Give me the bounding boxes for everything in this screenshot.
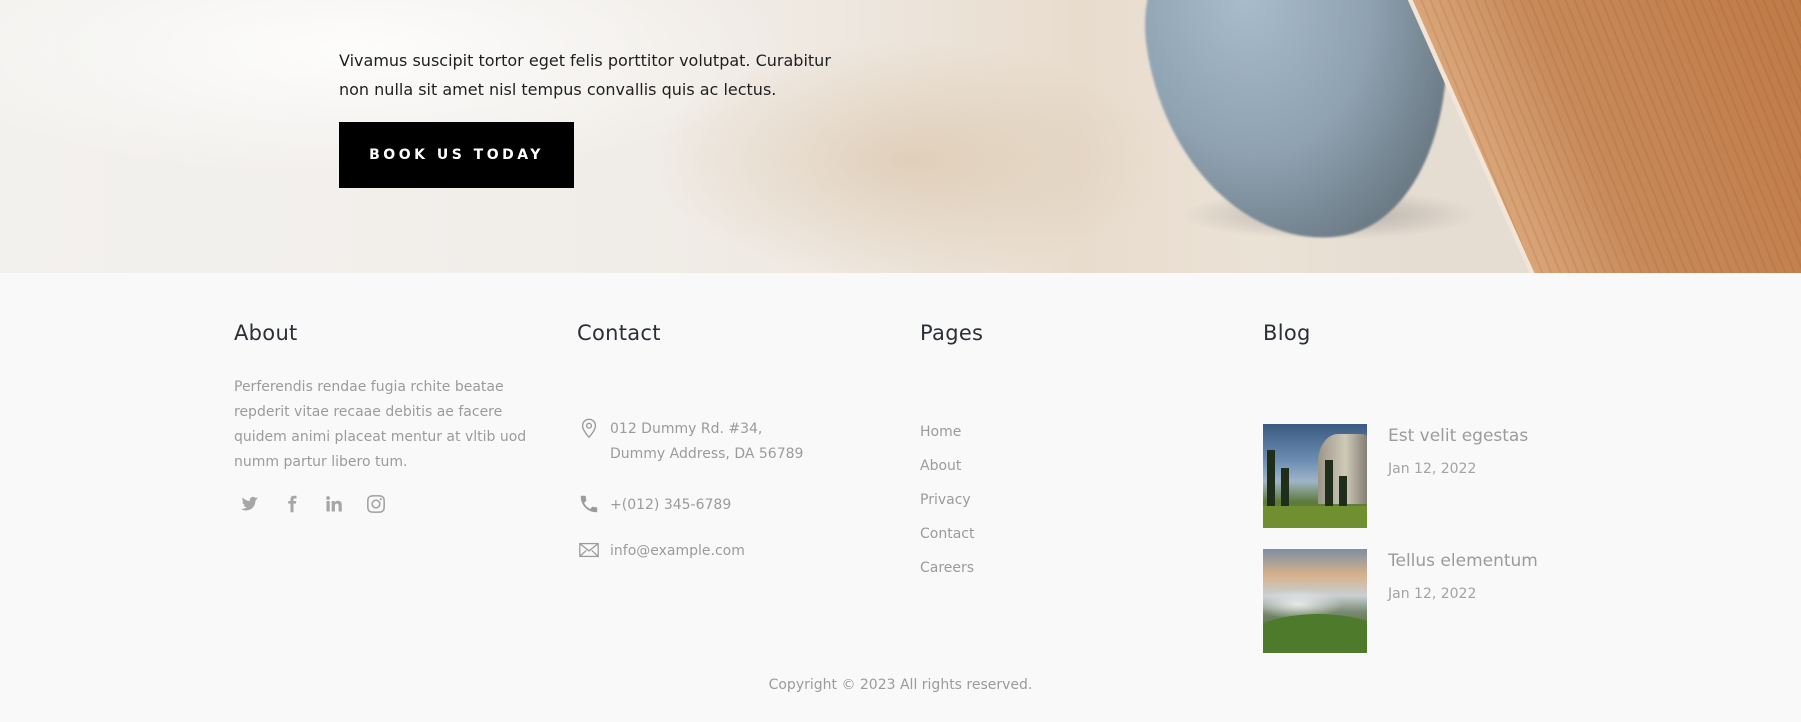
address-line-2: Dummy Address, DA 56789: [610, 446, 804, 462]
blog-post-date: Jan 12, 2022: [1388, 461, 1477, 477]
pages-link-privacy[interactable]: Privacy: [920, 492, 971, 508]
phone-link[interactable]: +(012) 345-6789: [610, 493, 731, 518]
pages-link-about[interactable]: About: [920, 458, 961, 474]
copyright-text: Copyright © 2023 All rights reserved.: [768, 677, 1033, 693]
linkedin-icon[interactable]: [324, 494, 344, 514]
contact-phone: +(012) 345-6789: [577, 493, 731, 518]
about-heading: About: [234, 321, 298, 345]
social-links: [234, 494, 534, 514]
footer-contact-column: Contact 012 Dummy Rd. #34, Dummy Address…: [577, 321, 877, 559]
facebook-icon[interactable]: [282, 494, 302, 514]
blog-post-thumbnail[interactable]: [1263, 549, 1367, 653]
phone-icon: [577, 493, 601, 517]
footer-blog-column: Blog Est velit egestas Jan 12, 2022 Tell…: [1263, 321, 1583, 653]
hero-text: Vivamus suscipit tortor eget felis portt…: [339, 51, 831, 99]
instagram-icon[interactable]: [366, 494, 386, 514]
blog-post-thumbnail[interactable]: [1263, 424, 1367, 528]
site-footer: About Perferendis rendae fugia rchite be…: [0, 273, 1801, 722]
map-pin-icon: [577, 417, 601, 441]
footer-about-column: About Perferendis rendae fugia rchite be…: [234, 321, 534, 514]
twitter-icon[interactable]: [240, 494, 260, 514]
about-text: Perferendis rendae fugia rchite beatae r…: [234, 379, 527, 470]
footer-pages-column: Pages Home About Privacy Contact Careers: [920, 321, 1170, 576]
blog-post: Est velit egestas Jan 12, 2022: [1263, 424, 1528, 528]
contact-heading: Contact: [577, 321, 661, 345]
hero-section: Vivamus suscipit tortor eget felis portt…: [0, 0, 1801, 273]
blog-post-title[interactable]: Tellus elementum: [1388, 551, 1538, 571]
pages-link-home[interactable]: Home: [920, 424, 961, 440]
blog-post: Tellus elementum Jan 12, 2022: [1263, 549, 1538, 653]
blog-post-title[interactable]: Est velit egestas: [1388, 426, 1528, 446]
address-line-1: 012 Dummy Rd. #34,: [610, 421, 763, 437]
pages-heading: Pages: [920, 321, 984, 345]
envelope-icon: [577, 539, 601, 563]
contact-address: 012 Dummy Rd. #34, Dummy Address, DA 567…: [577, 417, 803, 467]
contact-email: info@example.com: [577, 539, 745, 564]
blog-heading: Blog: [1263, 321, 1311, 345]
pages-link-careers[interactable]: Careers: [920, 560, 974, 576]
pages-list: Home About Privacy Contact Careers: [920, 423, 974, 593]
book-us-today-button[interactable]: BOOK US TODAY: [339, 122, 574, 188]
pages-link-contact[interactable]: Contact: [920, 526, 974, 542]
blog-post-date: Jan 12, 2022: [1388, 586, 1477, 602]
email-link[interactable]: info@example.com: [610, 539, 745, 564]
